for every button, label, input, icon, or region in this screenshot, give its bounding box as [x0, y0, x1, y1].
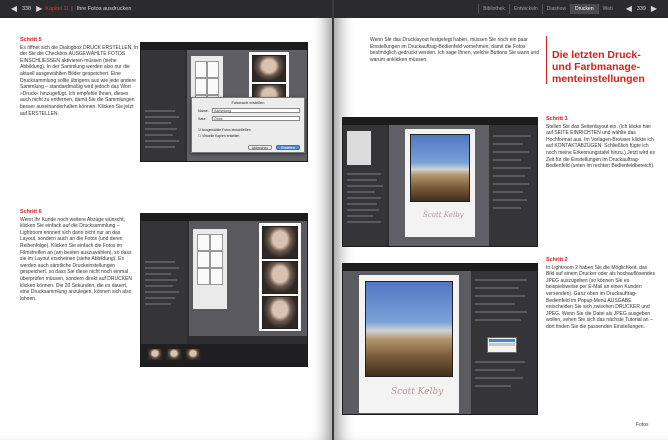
- app-title-bar: [141, 214, 307, 221]
- include-selected-label: Ausgewählte Fotos einschließen: [201, 128, 251, 132]
- app-title-bar: [141, 43, 307, 50]
- photo-portrait: [262, 296, 298, 329]
- create-button[interactable]: Erstellen: [276, 145, 300, 150]
- photo-dunes: [365, 281, 453, 377]
- popup-option-printer[interactable]: [489, 339, 515, 342]
- right-page: Bibliothek Entwickeln Diashow Drucken We…: [334, 0, 668, 440]
- left-page: ◀ 338 ▶ Kapitel 11 | Ihre Fotos ausdruck…: [0, 0, 332, 440]
- photo-portrait: [262, 226, 298, 259]
- photo-portrait: [252, 55, 286, 82]
- filmstrip-thumbnail[interactable]: [185, 348, 201, 361]
- print-page: Scott Kelby: [359, 275, 459, 413]
- name-field[interactable]: Sammlung: [212, 108, 300, 113]
- left-page-number: 338: [22, 6, 32, 12]
- chapter-label: Kapitel 11: [45, 6, 70, 12]
- left-panel: [141, 221, 187, 346]
- screenshot-page-setup: Scott Kelby: [342, 117, 538, 247]
- portrait-strip: [259, 223, 301, 331]
- filmstrip-thumbnail[interactable]: [147, 348, 163, 361]
- intro-paragraph: Wenn Sie das Drucklayout festgelegt habe…: [370, 37, 539, 63]
- tab-print[interactable]: Drucken: [569, 4, 598, 14]
- app-title-bar: [343, 118, 537, 125]
- left-panel: [343, 125, 387, 246]
- right-page-number: 339: [636, 6, 646, 12]
- header-separator: |: [71, 6, 73, 12]
- tab-develop[interactable]: Entwickeln: [508, 4, 542, 14]
- set-label: Satz:: [198, 117, 207, 121]
- chevron-left-icon[interactable]: ◀: [623, 4, 635, 14]
- screenshot-create-collection: Fotobuch erstellen Name: Sammlung Satz: …: [140, 42, 308, 162]
- print-canvas: Scott Kelby: [343, 271, 473, 414]
- virtual-copies-checkbox[interactable]: ☐ Virtuelle Kopien erstellen: [198, 134, 239, 138]
- print-canvas: [189, 221, 307, 336]
- app-title-bar: [343, 264, 537, 271]
- contact-sheet-page: [193, 229, 227, 309]
- step-1: Schritt 1 Stellen Sie das Seitenlayout e…: [546, 116, 656, 170]
- step-6-heading: Schritt 6: [20, 209, 42, 215]
- step-5-body: Es öffnet sich die Dialogbox DRUCK ERSTE…: [20, 44, 139, 117]
- right-panel: [471, 271, 537, 414]
- photo-portrait: [262, 261, 298, 294]
- tab-library[interactable]: Bibliothek: [478, 4, 509, 14]
- book-spread: ◀ 338 ▶ Kapitel 11 | Ihre Fotos ausdruck…: [0, 0, 668, 440]
- output-popup-menu[interactable]: [487, 337, 517, 353]
- step-6-body: Wenn Ihr Kunde noch weitere Abzüge wünsc…: [20, 216, 132, 302]
- step-2-body: In Lightroom 2 haben Sie die Möglichkeit…: [546, 264, 655, 330]
- screenshot-print-job-output: Scott Kelby: [342, 263, 538, 415]
- step-2-heading: Schritt 2: [546, 257, 568, 263]
- right-header-bar: Bibliothek Entwickeln Diashow Drucken We…: [334, 0, 668, 18]
- page-folio: Fotos: [636, 422, 649, 428]
- include-selected-checkbox[interactable]: ☑ Ausgewählte Fotos einschließen: [198, 128, 251, 132]
- step-5-heading: Schritt 5: [20, 37, 42, 43]
- identity-plate: Scott Kelby: [423, 211, 464, 219]
- tab-web[interactable]: Web: [597, 4, 617, 14]
- virtual-copies-label: Virtuelle Kopien erstellen: [201, 134, 240, 138]
- left-panel: [141, 50, 185, 161]
- chevron-right-icon[interactable]: ▶: [648, 4, 660, 14]
- print-canvas: Scott Kelby: [389, 125, 489, 246]
- chevron-right-icon[interactable]: ▶: [33, 4, 45, 14]
- dialog-title: Fotobuch erstellen: [231, 100, 265, 105]
- right-panel: [489, 125, 537, 246]
- create-collection-dialog: Fotobuch erstellen Name: Sammlung Satz: …: [191, 97, 305, 153]
- section-title: Die letzten Druck- und Farbmanage­mentei…: [552, 49, 645, 85]
- identity-plate: Scott Kelby: [391, 387, 444, 397]
- chevron-left-icon[interactable]: ◀: [8, 4, 20, 14]
- filmstrip-thumbnail[interactable]: [166, 348, 182, 361]
- step-6: Schritt 6 Wenn Ihr Kunde noch weitere Ab…: [20, 209, 138, 302]
- module-tabs: Bibliothek Entwickeln Diashow Drucken We…: [478, 4, 617, 14]
- name-label: Name:: [198, 109, 209, 113]
- cancel-button[interactable]: Abbrechen: [248, 145, 272, 150]
- step-5: Schritt 5 Es öffnet sich die Dialogbox D…: [20, 37, 138, 117]
- print-page: Scott Kelby: [405, 129, 475, 237]
- tab-slideshow[interactable]: Diashow: [541, 4, 570, 14]
- title-divider: [546, 36, 547, 84]
- screenshot-print-collection: [140, 213, 308, 367]
- left-header-bar: ◀ 338 ▶ Kapitel 11 | Ihre Fotos ausdruck…: [0, 0, 332, 18]
- step-1-heading: Schritt 1: [546, 116, 568, 122]
- set-select[interactable]: Ohne: [212, 116, 300, 121]
- step-2: Schritt 2 In Lightroom 2 haben Sie die M…: [546, 257, 656, 331]
- popup-option-jpeg[interactable]: [489, 343, 515, 346]
- filmstrip[interactable]: [141, 344, 307, 366]
- photo-dunes: [410, 134, 470, 202]
- template-preview: [347, 131, 371, 165]
- step-1-body: Stellen Sie das Seitenlayout ein. (Ich k…: [546, 123, 655, 170]
- section-label: Ihre Fotos ausdrucken: [76, 6, 132, 12]
